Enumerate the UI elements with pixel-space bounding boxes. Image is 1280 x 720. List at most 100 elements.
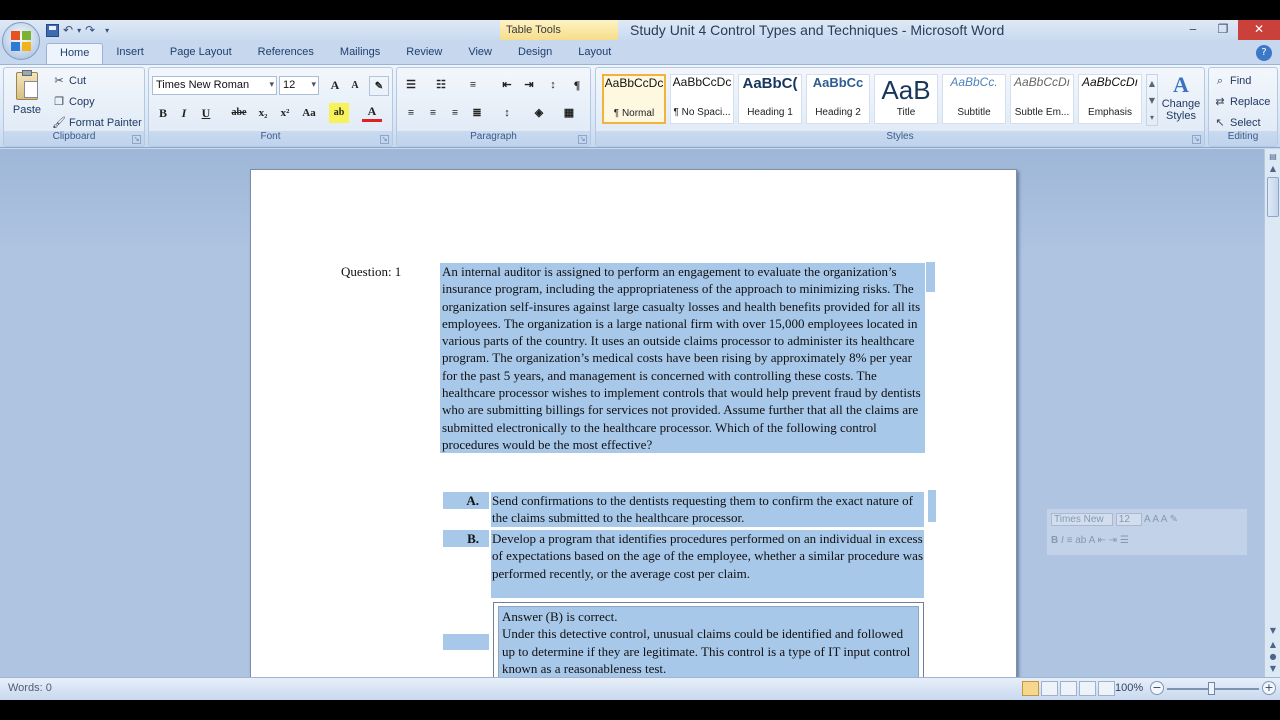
subscript-button[interactable]: x₂	[253, 103, 273, 123]
align-left-icon[interactable]: ≡	[401, 103, 421, 123]
align-right-icon[interactable]: ≡	[445, 103, 465, 123]
numbering-icon[interactable]: ☷	[431, 75, 451, 95]
full-screen-reading-icon[interactable]	[1041, 681, 1058, 696]
styles-scroll-icon[interactable]: ▲ ▼ ▾	[1146, 74, 1158, 126]
tab-mailings[interactable]: Mailings	[327, 43, 393, 64]
shrink-font-button[interactable]: A	[345, 76, 365, 96]
tab-insert[interactable]: Insert	[103, 43, 157, 64]
scroll-up-icon[interactable]: ▲	[1267, 163, 1279, 175]
font-size-box[interactable]: 12	[279, 76, 319, 95]
tab-design[interactable]: Design	[505, 43, 565, 64]
mini-styles-icon[interactable]: A	[1161, 514, 1167, 525]
next-page-icon[interactable]: ▼	[1267, 663, 1279, 675]
style-no-spacing[interactable]: AaBbCcDc ¶ No Spaci...	[670, 74, 734, 124]
previous-page-icon[interactable]: ▲	[1267, 639, 1279, 651]
mini-font-box[interactable]: Times New	[1051, 513, 1113, 526]
sort-icon[interactable]: ↕	[543, 75, 563, 95]
mini-painter-icon[interactable]: ✎	[1170, 514, 1178, 525]
office-button[interactable]	[2, 22, 40, 60]
outline-icon[interactable]	[1079, 681, 1096, 696]
style-emphasis[interactable]: AaBbCcDı Emphasis	[1078, 74, 1142, 124]
style-normal[interactable]: AaBbCcDc ¶ Normal	[602, 74, 666, 124]
undo-icon[interactable]: ↶	[63, 23, 73, 37]
multilevel-list-icon[interactable]: ≡	[463, 75, 483, 95]
shading-icon[interactable]: ◈	[529, 103, 549, 123]
highlight-icon[interactable]: ab	[329, 103, 349, 123]
strikethrough-button[interactable]: abe	[229, 103, 249, 123]
font-launcher-icon[interactable]: ↘	[380, 135, 389, 144]
scroll-down-icon[interactable]: ▼	[1267, 625, 1279, 637]
tab-home[interactable]: Home	[46, 43, 104, 64]
grow-font-button[interactable]: A	[325, 75, 345, 95]
mini-highlight-icon[interactable]: ab	[1075, 535, 1086, 546]
style-heading-1[interactable]: AaBbC( Heading 1	[738, 74, 802, 124]
format-painter-button[interactable]: 🖌 Format Painter	[52, 114, 142, 132]
close-button[interactable]: ✕	[1238, 20, 1280, 40]
zoom-out-icon[interactable]: −	[1150, 681, 1164, 695]
style-title[interactable]: AaB Title	[874, 74, 938, 124]
show-formatting-icon[interactable]: ¶	[567, 75, 587, 95]
answer-box[interactable]: Answer (B) is correct. Under this detect…	[493, 602, 924, 677]
mini-toolbar[interactable]: Times New 12 A A A ✎ B I ≡ ab A ⇤ ⇥ ☰	[1046, 508, 1248, 556]
document-area[interactable]: Question: 1 An internal auditor is assig…	[0, 149, 1264, 677]
tab-review[interactable]: Review	[393, 43, 455, 64]
style-subtle-emphasis[interactable]: AaBbCcDı Subtle Em...	[1010, 74, 1074, 124]
tab-page-layout[interactable]: Page Layout	[157, 43, 245, 64]
decrease-indent-icon[interactable]: ⇤	[497, 75, 517, 95]
font-color-button[interactable]: A	[362, 103, 382, 122]
mini-size-box[interactable]: 12	[1115, 513, 1142, 526]
document-page[interactable]: Question: 1 An internal auditor is assig…	[250, 169, 1017, 677]
redo-icon[interactable]: ↷	[85, 23, 95, 37]
underline-button[interactable]: U	[196, 103, 216, 123]
zoom-in-icon[interactable]: +	[1262, 681, 1276, 695]
italic-button[interactable]: I	[174, 103, 194, 123]
ruler-toggle-icon[interactable]: ▤	[1267, 151, 1279, 163]
cut-button[interactable]: ✂ Cut	[52, 72, 86, 90]
borders-icon[interactable]: ▦	[559, 103, 579, 123]
line-spacing-icon[interactable]: ↕	[497, 103, 517, 123]
bold-button[interactable]: B	[153, 103, 173, 123]
justify-icon[interactable]: ≣	[467, 103, 487, 123]
style-subtitle[interactable]: AaBbCc. Subtitle	[942, 74, 1006, 124]
bullets-icon[interactable]: ☰	[401, 75, 421, 95]
mini-color-icon[interactable]: A	[1089, 535, 1095, 546]
undo-dropdown-icon[interactable]: ▾	[77, 26, 81, 35]
restore-button[interactable]: ❐	[1208, 20, 1238, 40]
change-styles-button[interactable]: A Change Styles	[1161, 72, 1201, 130]
print-layout-icon[interactable]	[1022, 681, 1039, 696]
scroll-thumb[interactable]	[1267, 177, 1279, 217]
help-icon[interactable]: ?	[1256, 45, 1272, 61]
customize-qat-icon[interactable]: ▾	[105, 26, 109, 35]
draft-icon[interactable]	[1098, 681, 1115, 696]
option-a-text[interactable]: Send confirmations to the dentists reque…	[491, 492, 924, 527]
superscript-button[interactable]: x²	[275, 103, 295, 123]
web-layout-icon[interactable]	[1060, 681, 1077, 696]
find-button[interactable]: ⌕ Find	[1213, 72, 1252, 90]
zoom-level[interactable]: 100%	[1115, 682, 1143, 694]
align-center-icon[interactable]: ≡	[423, 103, 443, 123]
paste-button[interactable]: Paste	[10, 70, 44, 130]
minimize-button[interactable]: ‒	[1178, 20, 1208, 40]
mini-center-icon[interactable]: ≡	[1067, 535, 1073, 546]
save-icon[interactable]	[46, 23, 59, 37]
style-heading-2[interactable]: AaBbCc Heading 2	[806, 74, 870, 124]
word-count[interactable]: Words: 0	[8, 682, 52, 694]
mini-grow-icon[interactable]: A	[1144, 514, 1150, 525]
question-text[interactable]: An internal auditor is assigned to perfo…	[440, 263, 925, 454]
increase-indent-icon[interactable]: ⇥	[519, 75, 539, 95]
replace-button[interactable]: ⇄ Replace	[1213, 93, 1270, 111]
change-case-button[interactable]: Aa	[299, 103, 319, 123]
clear-formatting-icon[interactable]: ✎	[369, 76, 389, 96]
clipboard-launcher-icon[interactable]: ↘	[132, 135, 141, 144]
select-button[interactable]: ↖ Select	[1213, 114, 1260, 132]
copy-button[interactable]: ❐ Copy	[52, 93, 95, 111]
tab-references[interactable]: References	[245, 43, 327, 64]
vertical-scrollbar[interactable]: ▤ ▲ ▼ ▲ ● ▼	[1264, 149, 1280, 677]
mini-shrink-icon[interactable]: A	[1152, 514, 1158, 525]
mini-bold-icon[interactable]: B	[1051, 535, 1058, 546]
paragraph-launcher-icon[interactable]: ↘	[578, 135, 587, 144]
browse-object-icon[interactable]: ●	[1267, 651, 1279, 663]
mini-outdent-icon[interactable]: ⇥	[1109, 535, 1117, 546]
tab-layout[interactable]: Layout	[565, 43, 624, 64]
mini-italic-icon[interactable]: I	[1061, 535, 1064, 546]
